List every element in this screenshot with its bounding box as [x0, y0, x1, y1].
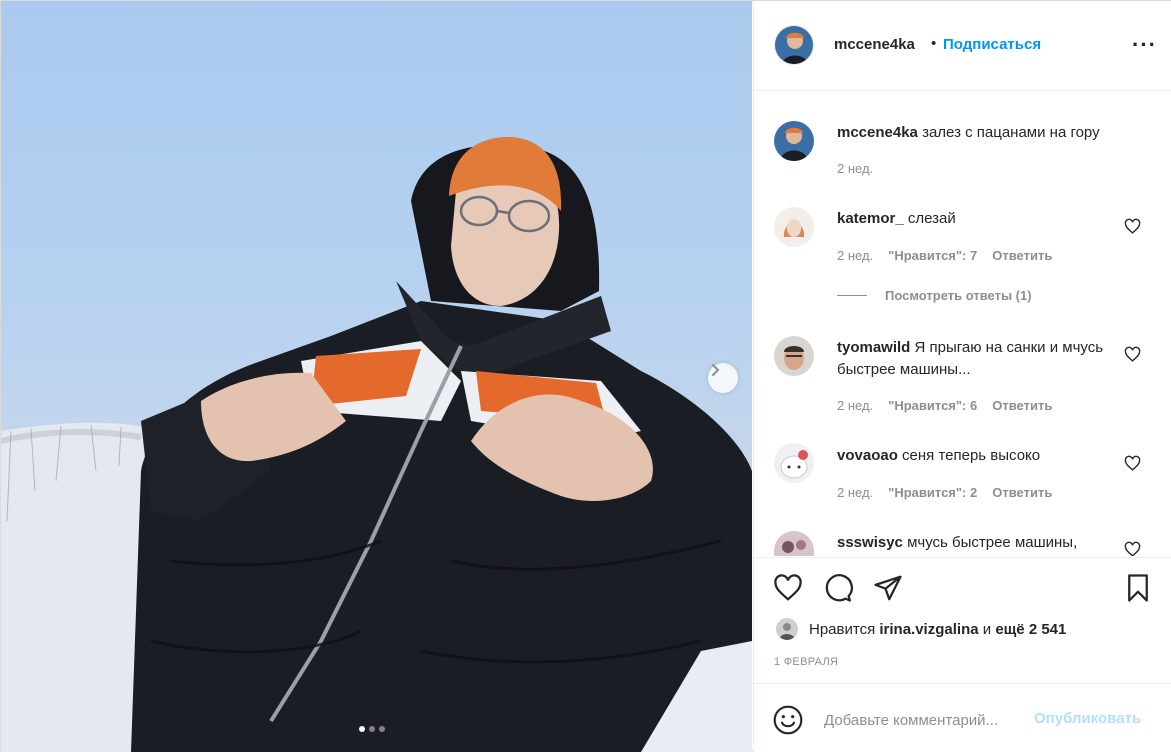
comment-likes-count[interactable]: "Нравится": 2: [888, 485, 977, 500]
carousel-dot: [369, 726, 375, 732]
comment-username[interactable]: ssswisyc: [837, 534, 903, 551]
comment-avatar[interactable]: [774, 207, 814, 247]
share-icon[interactable]: [872, 572, 904, 604]
comment-time[interactable]: 2 нед.: [837, 248, 873, 263]
liker-username[interactable]: irina.vizgalina: [879, 621, 978, 638]
comment-likes-count[interactable]: "Нравится": 7: [888, 248, 977, 263]
comment-icon[interactable]: [822, 572, 854, 604]
comment-text: ssswisyc мчусь быстрее машины,: [837, 532, 1117, 554]
comment-username[interactable]: vovaoao: [837, 447, 898, 464]
comment-text: vovaoao сеня теперь высоко: [837, 445, 1117, 467]
post-actions: Нравится irina.vizgalina и ещё 2 541 1 Ф…: [754, 557, 1171, 683]
comment-body: сеня теперь высоко: [902, 447, 1041, 464]
comment-like-icon[interactable]: [1124, 346, 1141, 363]
author-username[interactable]: mccene4ka: [834, 36, 915, 53]
comment-likes-count[interactable]: "Нравится": 6: [888, 398, 977, 413]
post-photo[interactable]: [1, 1, 752, 752]
reply-button[interactable]: Ответить: [992, 248, 1052, 263]
save-bookmark-icon[interactable]: [1122, 572, 1154, 604]
comment-body: мчусь быстрее машины,: [907, 534, 1078, 551]
comment-like-icon[interactable]: [1124, 218, 1141, 235]
view-replies-label: Посмотреть ответы (1): [885, 288, 1032, 303]
liker-avatar[interactable]: [776, 618, 798, 640]
comment-text: tyomawild Я прыгаю на санки и мчусь быст…: [837, 337, 1117, 381]
caption-text: mccene4ka залез с пацанами на гору: [837, 122, 1157, 144]
post-date[interactable]: 1 ФЕВРАЛЯ: [774, 656, 838, 668]
comment-avatar[interactable]: [774, 443, 814, 483]
publish-button[interactable]: Опубликовать: [1034, 710, 1141, 727]
follow-button[interactable]: Подписаться: [943, 36, 1041, 53]
comment-meta: 2 нед. "Нравится": 7 Ответить: [837, 248, 1052, 263]
comment-time[interactable]: 2 нед.: [837, 398, 873, 413]
comment-avatar[interactable]: [774, 336, 814, 376]
comment-like-icon[interactable]: [1124, 455, 1141, 472]
photo-illustration: [1, 136, 752, 752]
post-sidebar: mccene4ka • Подписаться ··· mccene4ka за…: [753, 1, 1171, 752]
comment-meta: 2 нед. "Нравится": 2 Ответить: [837, 485, 1052, 500]
likes-summary: Нравится irina.vizgalina и ещё 2 541: [776, 618, 1066, 640]
view-replies-button[interactable]: Посмотреть ответы (1): [837, 288, 1032, 303]
comment-avatar[interactable]: [774, 531, 814, 556]
emoji-icon[interactable]: [772, 704, 804, 736]
caption-username[interactable]: mccene4ka: [837, 124, 918, 141]
caption-body: залез с пацанами на гору: [922, 124, 1100, 141]
comment-input[interactable]: [824, 708, 1029, 732]
caption-author-avatar[interactable]: [774, 121, 814, 161]
comment-username[interactable]: tyomawild: [837, 339, 910, 356]
more-options-icon[interactable]: ···: [1132, 34, 1157, 56]
chevron-right-icon: [712, 364, 720, 376]
caption-meta: 2 нед.: [837, 161, 873, 176]
comment-meta: 2 нед. "Нравится": 6 Ответить: [837, 398, 1052, 413]
comment-body: слезай: [907, 210, 956, 227]
post-dialog: mccene4ka • Подписаться ··· mccene4ka за…: [0, 0, 1171, 752]
carousel-dot: [359, 726, 365, 732]
carousel-dot: [379, 726, 385, 732]
comments-list[interactable]: mccene4ka залез с пацанами на гору 2 нед…: [754, 92, 1171, 556]
carousel-next-button[interactable]: [708, 363, 738, 393]
like-icon[interactable]: [772, 572, 804, 604]
likes-middle: и: [982, 620, 992, 638]
add-comment-form: Опубликовать: [754, 683, 1171, 752]
likes-count[interactable]: ещё 2 541: [995, 621, 1066, 638]
comment-like-icon[interactable]: [1124, 541, 1141, 556]
header-separator: •: [931, 35, 937, 52]
post-header: mccene4ka • Подписаться ···: [754, 1, 1171, 91]
reply-button[interactable]: Ответить: [992, 485, 1052, 500]
comment-username[interactable]: katemor_: [837, 210, 904, 227]
reply-button[interactable]: Ответить: [992, 398, 1052, 413]
comment-time[interactable]: 2 нед.: [837, 485, 873, 500]
comment-text: katemor_ слезай: [837, 208, 1117, 230]
author-avatar[interactable]: [774, 25, 814, 65]
likes-prefix: Нравится: [809, 620, 876, 638]
replies-divider: [837, 295, 867, 296]
carousel-indicator: [359, 726, 385, 732]
caption-time[interactable]: 2 нед.: [837, 161, 873, 176]
